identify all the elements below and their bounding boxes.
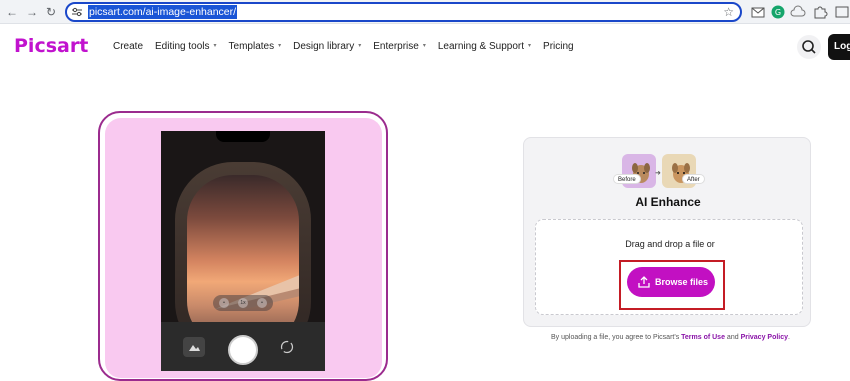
nav-item-pricing[interactable]: Pricing: [543, 41, 574, 52]
shutter-button: [228, 335, 258, 365]
puzzle-icon[interactable]: [812, 4, 828, 20]
zoom-button: 1x: [238, 298, 248, 308]
nav-item-templates[interactable]: Templates ▾: [229, 41, 282, 52]
nav-item-enterprise[interactable]: Enterprise ▾: [373, 41, 426, 52]
drop-instruction: Drag and drop a file or: [625, 239, 715, 249]
site-settings-icon[interactable]: [71, 6, 83, 18]
svg-text:G: G: [775, 8, 781, 17]
chevron-down-icon: ▾: [422, 43, 426, 49]
bookmark-star-icon[interactable]: ☆: [723, 4, 734, 20]
cloud-icon[interactable]: [790, 4, 806, 20]
search-button[interactable]: [797, 35, 821, 59]
main-nav: Create Editing tools ▾ Templates ▾ Design lib…: [113, 41, 586, 52]
flip-camera-icon: [280, 340, 294, 354]
browse-files-label: Browse files: [655, 277, 709, 287]
nav-item-create[interactable]: Create: [113, 41, 143, 52]
site-header: Picsart Create Editing tools ▾ Templates ▾ De…: [0, 24, 850, 72]
picsart-logo[interactable]: Picsart: [14, 35, 88, 57]
terms-of-use-link[interactable]: Terms of Use: [681, 334, 725, 341]
nav-item-label: Enterprise: [373, 41, 419, 52]
window-icon[interactable]: [834, 4, 850, 20]
nav-item-design-library[interactable]: Design library ▾: [293, 41, 361, 52]
camera-option-button: •: [219, 298, 229, 308]
chevron-down-icon: ▾: [528, 43, 532, 49]
camera-controls: • 1x •: [213, 295, 273, 311]
drop-zone[interactable]: Drag and drop a file or Browse files: [535, 219, 803, 315]
arrow-right-icon[interactable]: →: [24, 4, 40, 20]
nav-item-label: Editing tools: [155, 41, 210, 52]
before-tag: Before: [613, 174, 641, 184]
chevron-down-icon: ▾: [358, 43, 362, 49]
camera-option-button: •: [257, 298, 267, 308]
nav-item-learning-support[interactable]: Learning & Support ▾: [438, 41, 531, 52]
arrow-right-icon: ➜: [655, 170, 661, 177]
nav-item-label: Create: [113, 41, 144, 52]
reload-icon[interactable]: ↻: [43, 4, 59, 20]
terms-text: By uploading a file, you agree to Picsar…: [551, 334, 682, 341]
chevron-down-icon: ▾: [213, 43, 217, 49]
nav-item-label: Design library: [293, 41, 355, 52]
address-bar[interactable]: picsart.com/ai-image-enhancer/ ☆: [65, 2, 742, 22]
arrow-left-icon[interactable]: ←: [4, 4, 20, 20]
nav-item-label: Templates: [228, 41, 275, 52]
gmail-icon[interactable]: [750, 4, 766, 20]
login-button[interactable]: Log: [828, 34, 850, 60]
after-tag: After: [682, 174, 705, 184]
chevron-down-icon: ▾: [278, 43, 282, 49]
upload-icon: [638, 276, 650, 288]
gallery-icon: [183, 337, 205, 357]
terms-notice: By uploading a file, you agree to Picsar…: [551, 334, 790, 341]
terms-text: and: [724, 334, 741, 341]
search-icon: [802, 40, 816, 54]
nav-item-editing-tools[interactable]: Editing tools ▾: [155, 41, 217, 52]
browser-toolbar: ← → ↻ picsart.com/ai-image-enhancer/ ☆ G: [0, 0, 850, 24]
card-title: AI Enhance: [635, 195, 701, 209]
browse-files-button[interactable]: Browse files: [627, 267, 715, 297]
phone-screen-image: • 1x •: [161, 131, 325, 371]
url-text[interactable]: picsart.com/ai-image-enhancer/: [88, 5, 238, 19]
privacy-policy-link[interactable]: Privacy Policy: [741, 334, 788, 341]
ai-enhance-card: ➜ Before After AI Enhance Drag and drop …: [523, 137, 811, 327]
grammarly-icon[interactable]: G: [770, 4, 786, 20]
terms-text: .: [788, 334, 790, 341]
nav-item-label: Pricing: [543, 41, 574, 52]
nav-item-label: Learning & Support: [437, 41, 525, 52]
phone-notch: [216, 131, 270, 142]
